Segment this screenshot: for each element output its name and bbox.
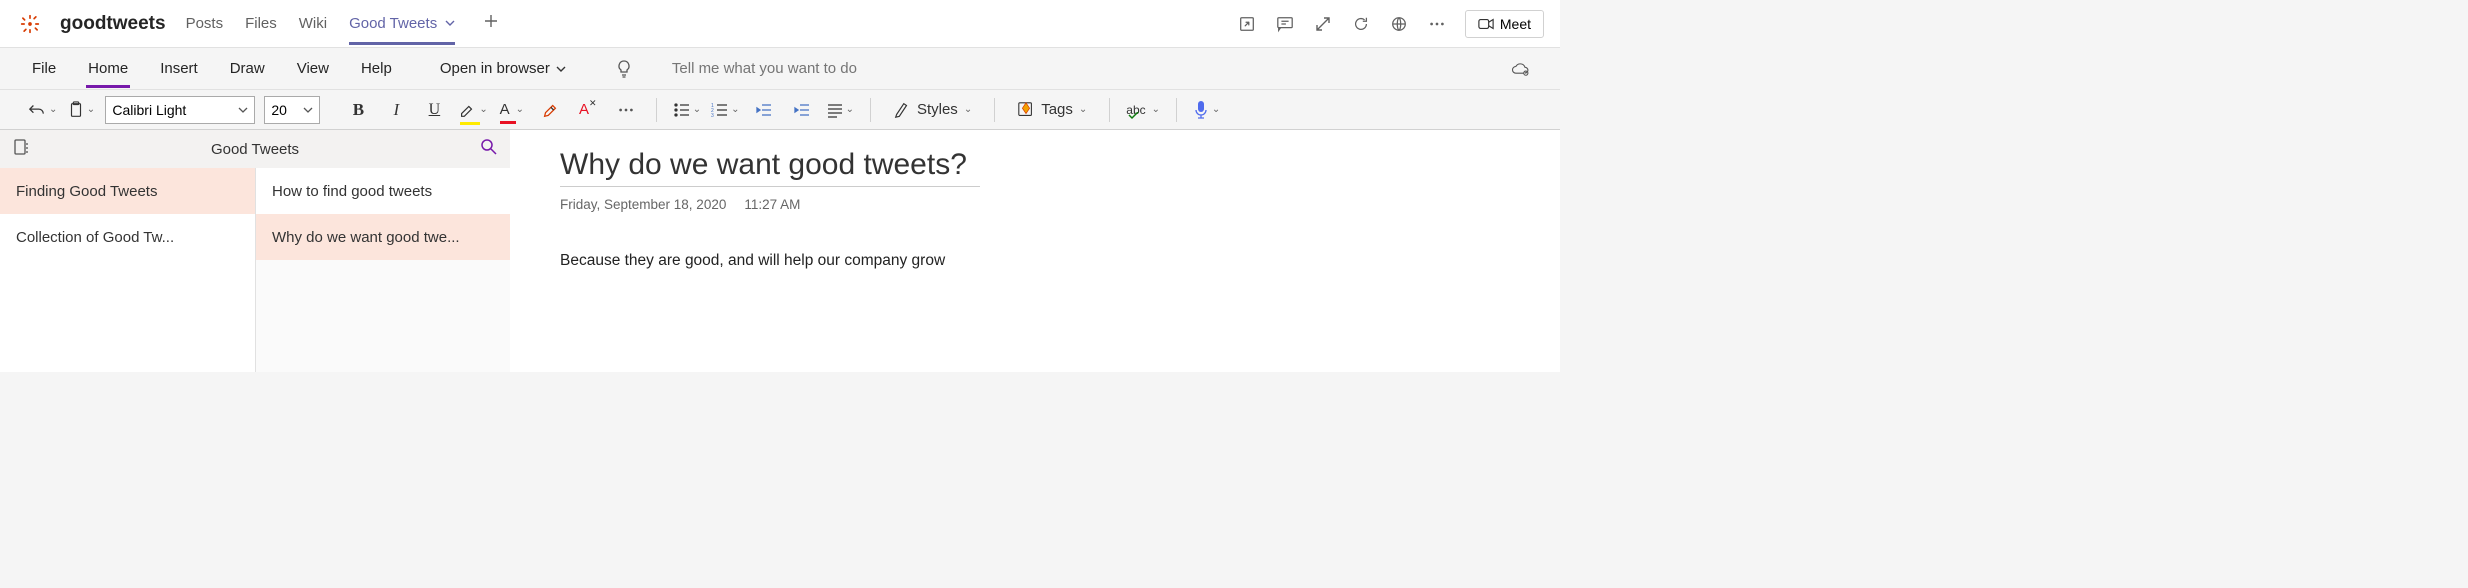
tab-posts[interactable]: Posts <box>186 3 224 44</box>
chevron-down-icon: ⌄ <box>516 104 524 115</box>
page-date: Friday, September 18, 2020 <box>560 197 726 212</box>
more-icon[interactable] <box>1427 14 1447 34</box>
align-button[interactable]: ⌄ <box>826 96 854 124</box>
page-body[interactable]: Because they are good, and will help our… <box>560 252 1510 270</box>
chevron-down-icon: ⌄ <box>1079 104 1087 115</box>
chevron-down-icon: ⌄ <box>731 104 739 115</box>
ribbon-tab-view[interactable]: View <box>295 50 331 87</box>
highlight-button[interactable]: ⌄ <box>458 96 487 124</box>
tab-good-tweets[interactable]: Good Tweets <box>349 3 455 44</box>
page-editor[interactable]: Why do we want good tweets? Friday, Sept… <box>510 130 1560 372</box>
team-name: goodtweets <box>60 13 166 35</box>
video-icon <box>1478 17 1494 31</box>
dictate-button[interactable]: ⌄ <box>1193 96 1221 124</box>
indent-button[interactable] <box>788 96 816 124</box>
ribbon-tab-help[interactable]: Help <box>359 50 394 87</box>
page-item[interactable]: How to find good tweets <box>256 168 510 214</box>
bullet-list-button[interactable]: ⌄ <box>673 96 701 124</box>
chevron-down-icon <box>238 105 248 115</box>
notebook-icon[interactable] <box>12 138 30 161</box>
lightbulb-icon[interactable] <box>614 59 634 79</box>
search-icon[interactable] <box>480 138 498 161</box>
navigation-panel: Good Tweets Finding Good Tweets Collecti… <box>0 130 510 372</box>
separator <box>1109 98 1110 122</box>
page-title[interactable]: Why do we want good tweets? <box>560 148 980 187</box>
chevron-down-icon <box>303 105 313 115</box>
separator <box>1176 98 1177 122</box>
meet-button[interactable]: Meet <box>1465 10 1544 38</box>
tab-files[interactable]: Files <box>245 3 277 44</box>
underline-button[interactable]: U <box>420 96 448 124</box>
teams-top-bar: goodtweets Posts Files Wiki Good Tweets … <box>0 0 1560 48</box>
nav-columns: Finding Good Tweets Collection of Good T… <box>0 168 510 372</box>
add-tab-button[interactable] <box>483 12 499 35</box>
chevron-down-icon: ⌄ <box>1152 104 1160 115</box>
chevron-down-icon <box>556 64 566 74</box>
font-color-button[interactable]: A⌄ <box>498 96 526 124</box>
meet-label: Meet <box>1500 16 1531 32</box>
content-area: Good Tweets Finding Good Tweets Collecti… <box>0 130 1560 372</box>
undo-button[interactable]: ⌄ <box>28 96 57 124</box>
separator <box>870 98 871 122</box>
spellcheck-button[interactable]: abc⌄ <box>1126 96 1160 124</box>
chat-icon[interactable] <box>1275 14 1295 34</box>
refresh-icon[interactable] <box>1351 14 1371 34</box>
font-name-value: Calibri Light <box>112 102 186 118</box>
font-name-select[interactable]: Calibri Light <box>105 96 255 124</box>
ribbon-tab-home[interactable]: Home <box>86 50 130 87</box>
sections-column: Finding Good Tweets Collection of Good T… <box>0 168 255 372</box>
page-item[interactable]: Why do we want good twe... <box>256 214 510 260</box>
chevron-down-icon: ⌄ <box>846 104 854 115</box>
more-formatting-icon[interactable] <box>612 96 640 124</box>
cloud-sync-icon[interactable] <box>1510 59 1530 79</box>
format-painter-button[interactable]: A✕ <box>574 96 602 124</box>
chevron-down-icon: ⌄ <box>964 104 972 115</box>
clear-format-button[interactable] <box>536 96 564 124</box>
globe-icon[interactable] <box>1389 14 1409 34</box>
chevron-down-icon: ⌄ <box>1212 104 1220 115</box>
tab-wiki[interactable]: Wiki <box>299 3 327 44</box>
styles-button[interactable]: Styles ⌄ <box>887 96 978 124</box>
tags-label: Tags <box>1041 101 1073 118</box>
expand-icon[interactable] <box>1313 14 1333 34</box>
ribbon-tab-insert[interactable]: Insert <box>158 50 200 87</box>
tags-button[interactable]: Tags ⌄ <box>1011 96 1093 124</box>
app-icon <box>16 10 44 38</box>
font-size-value: 20 <box>271 102 287 118</box>
section-item[interactable]: Collection of Good Tw... <box>0 214 255 260</box>
chevron-down-icon: ⌄ <box>87 104 95 115</box>
top-right-actions: Meet <box>1237 10 1544 38</box>
clipboard-button[interactable]: ⌄ <box>67 96 95 124</box>
ribbon-tab-file[interactable]: File <box>30 50 58 87</box>
font-size-select[interactable]: 20 <box>264 96 320 124</box>
chevron-down-icon[interactable] <box>445 15 455 32</box>
home-toolbar: ⌄ ⌄ Calibri Light 20 B I U ⌄ A⌄ A✕ ⌄ 123… <box>0 90 1560 130</box>
chevron-down-icon: ⌄ <box>49 104 57 115</box>
separator <box>994 98 995 122</box>
number-list-button[interactable]: 123⌄ <box>711 96 739 124</box>
notebook-title[interactable]: Good Tweets <box>211 141 299 158</box>
svg-text:3: 3 <box>711 113 714 118</box>
page-meta: Friday, September 18, 2020 11:27 AM <box>560 197 1510 212</box>
pages-column: How to find good tweets Why do we want g… <box>255 168 510 372</box>
ribbon-tabs: File Home Insert Draw View Help Open in … <box>0 48 1560 90</box>
outdent-button[interactable] <box>750 96 778 124</box>
italic-button[interactable]: I <box>382 96 410 124</box>
open-in-browser-button[interactable]: Open in browser <box>440 60 566 77</box>
page-time: 11:27 AM <box>744 197 800 212</box>
section-item[interactable]: Finding Good Tweets <box>0 168 255 214</box>
tab-good-tweets-label: Good Tweets <box>349 15 437 32</box>
open-in-browser-label: Open in browser <box>440 60 550 77</box>
share-icon[interactable] <box>1237 14 1257 34</box>
nav-header: Good Tweets <box>0 130 510 168</box>
ribbon-tab-draw[interactable]: Draw <box>228 50 267 87</box>
chevron-down-icon: ⌄ <box>693 104 701 115</box>
chevron-down-icon: ⌄ <box>479 104 487 115</box>
bold-button[interactable]: B <box>344 96 372 124</box>
styles-label: Styles <box>917 101 958 118</box>
separator <box>656 98 657 122</box>
tell-me-input[interactable] <box>672 60 1482 77</box>
